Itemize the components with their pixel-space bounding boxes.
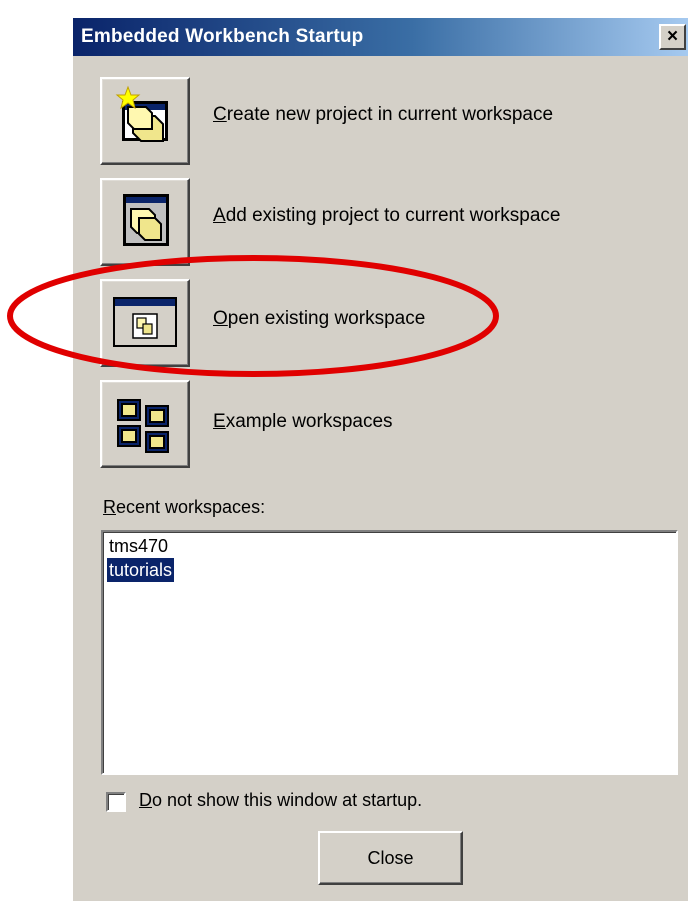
startup-checkbox-label[interactable]: Do not show this window at startup. bbox=[139, 790, 422, 811]
add-project-icon bbox=[123, 194, 169, 246]
add-project-label[interactable]: Add existing project to current workspac… bbox=[213, 205, 560, 227]
example-workspaces-icon bbox=[117, 399, 169, 453]
list-item-selected[interactable]: tutorials bbox=[107, 558, 175, 582]
open-workspace-icon bbox=[113, 297, 177, 347]
window-title: Embedded Workbench Startup bbox=[81, 26, 364, 47]
open-workspace-label[interactable]: Open existing workspace bbox=[213, 308, 425, 330]
create-project-button[interactable] bbox=[100, 77, 190, 165]
recent-workspaces-label: Recent workspaces: bbox=[103, 497, 266, 517]
startup-checkbox[interactable] bbox=[106, 792, 126, 812]
title-bar[interactable]: Embedded Workbench Startup × bbox=[73, 18, 688, 56]
create-project-label[interactable]: Create new project in current workspace bbox=[213, 104, 553, 126]
add-project-button[interactable] bbox=[100, 178, 190, 266]
close-button[interactable]: Close bbox=[318, 831, 463, 885]
open-workspace-button[interactable] bbox=[100, 279, 190, 367]
recent-workspaces-list[interactable]: tms470 tutorials bbox=[101, 530, 678, 775]
example-workspaces-button[interactable] bbox=[100, 380, 190, 468]
new-project-icon bbox=[115, 85, 168, 142]
close-window-button[interactable]: × bbox=[659, 24, 686, 50]
startup-dialog: Embedded Workbench Startup × Create new … bbox=[72, 18, 688, 901]
example-workspaces-label[interactable]: Example workspaces bbox=[213, 411, 393, 433]
list-item[interactable]: tms470 bbox=[107, 534, 170, 558]
